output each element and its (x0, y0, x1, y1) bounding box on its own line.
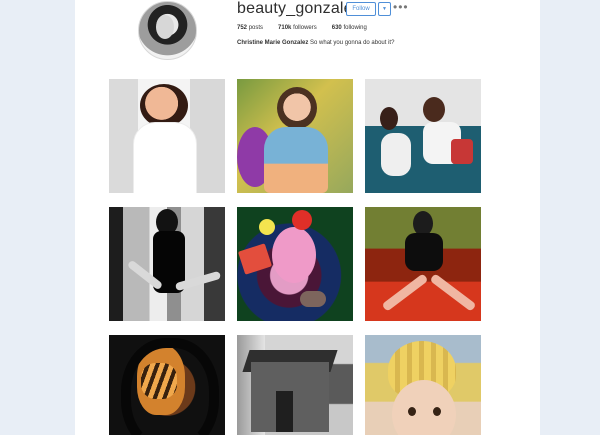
leg-image (429, 273, 477, 312)
photo-tile[interactable] (237, 335, 353, 435)
photo-tile[interactable] (365, 207, 481, 321)
doorway-image (276, 391, 293, 432)
photo-tile[interactable] (365, 335, 481, 435)
followers-count: 710k (278, 25, 292, 31)
profile-username: beauty_gonzalez (237, 0, 361, 17)
profile-bio: Christine Marie Gonzalez So what you gon… (237, 40, 394, 46)
red-flower-image (292, 210, 312, 230)
yellow-flower-image (259, 219, 275, 235)
photo-tile[interactable] (109, 207, 225, 321)
eye-image (433, 407, 441, 416)
hand-image (300, 291, 326, 307)
photo-tile[interactable] (109, 79, 225, 193)
woman-head-image (380, 107, 398, 130)
follow-button[interactable]: Follow (346, 2, 376, 16)
painted-face-image (272, 227, 316, 283)
posts-stat: 752 posts (237, 25, 263, 31)
photo-tile[interactable] (365, 79, 481, 193)
photo-grid (109, 79, 481, 435)
photo-tile[interactable] (237, 207, 353, 321)
follow-dropdown-button[interactable]: ▼ (378, 2, 391, 16)
followers-stat[interactable]: 710k followers (278, 25, 317, 31)
black-top-image (405, 233, 443, 271)
red-leaf-image (237, 243, 273, 275)
profile-avatar[interactable] (138, 1, 197, 60)
woman-head-image (423, 97, 445, 122)
following-label: following (343, 25, 367, 31)
leg-image (381, 273, 429, 312)
child-dress-image (133, 122, 197, 193)
following-stat[interactable]: 630 following (332, 25, 367, 31)
white-top-image (381, 133, 411, 176)
photo-tile[interactable] (237, 79, 353, 193)
eye-image (408, 407, 416, 416)
posts-label: posts (248, 25, 264, 31)
child-head-image (140, 84, 188, 127)
profile-stats: 752 posts 710k followers 630 following (237, 25, 367, 31)
photo-tile[interactable] (109, 335, 225, 435)
child-dress-image (264, 127, 328, 193)
following-count: 630 (331, 25, 342, 31)
bio-name: Christine Marie Gonzalez (237, 40, 309, 46)
bio-text: So what you gonna do about it? (310, 40, 395, 46)
followers-label: followers (293, 25, 317, 31)
red-bag-image (451, 139, 473, 164)
posts-count: 752 (237, 25, 248, 31)
avatar-face (156, 15, 174, 39)
more-options-icon[interactable]: ••• (393, 1, 409, 13)
child-head-image (277, 87, 317, 129)
instagram-profile-page: beauty_gonzalez Follow ▼ ••• 752 posts 7… (75, 0, 540, 435)
light-pattern-image (141, 363, 177, 399)
